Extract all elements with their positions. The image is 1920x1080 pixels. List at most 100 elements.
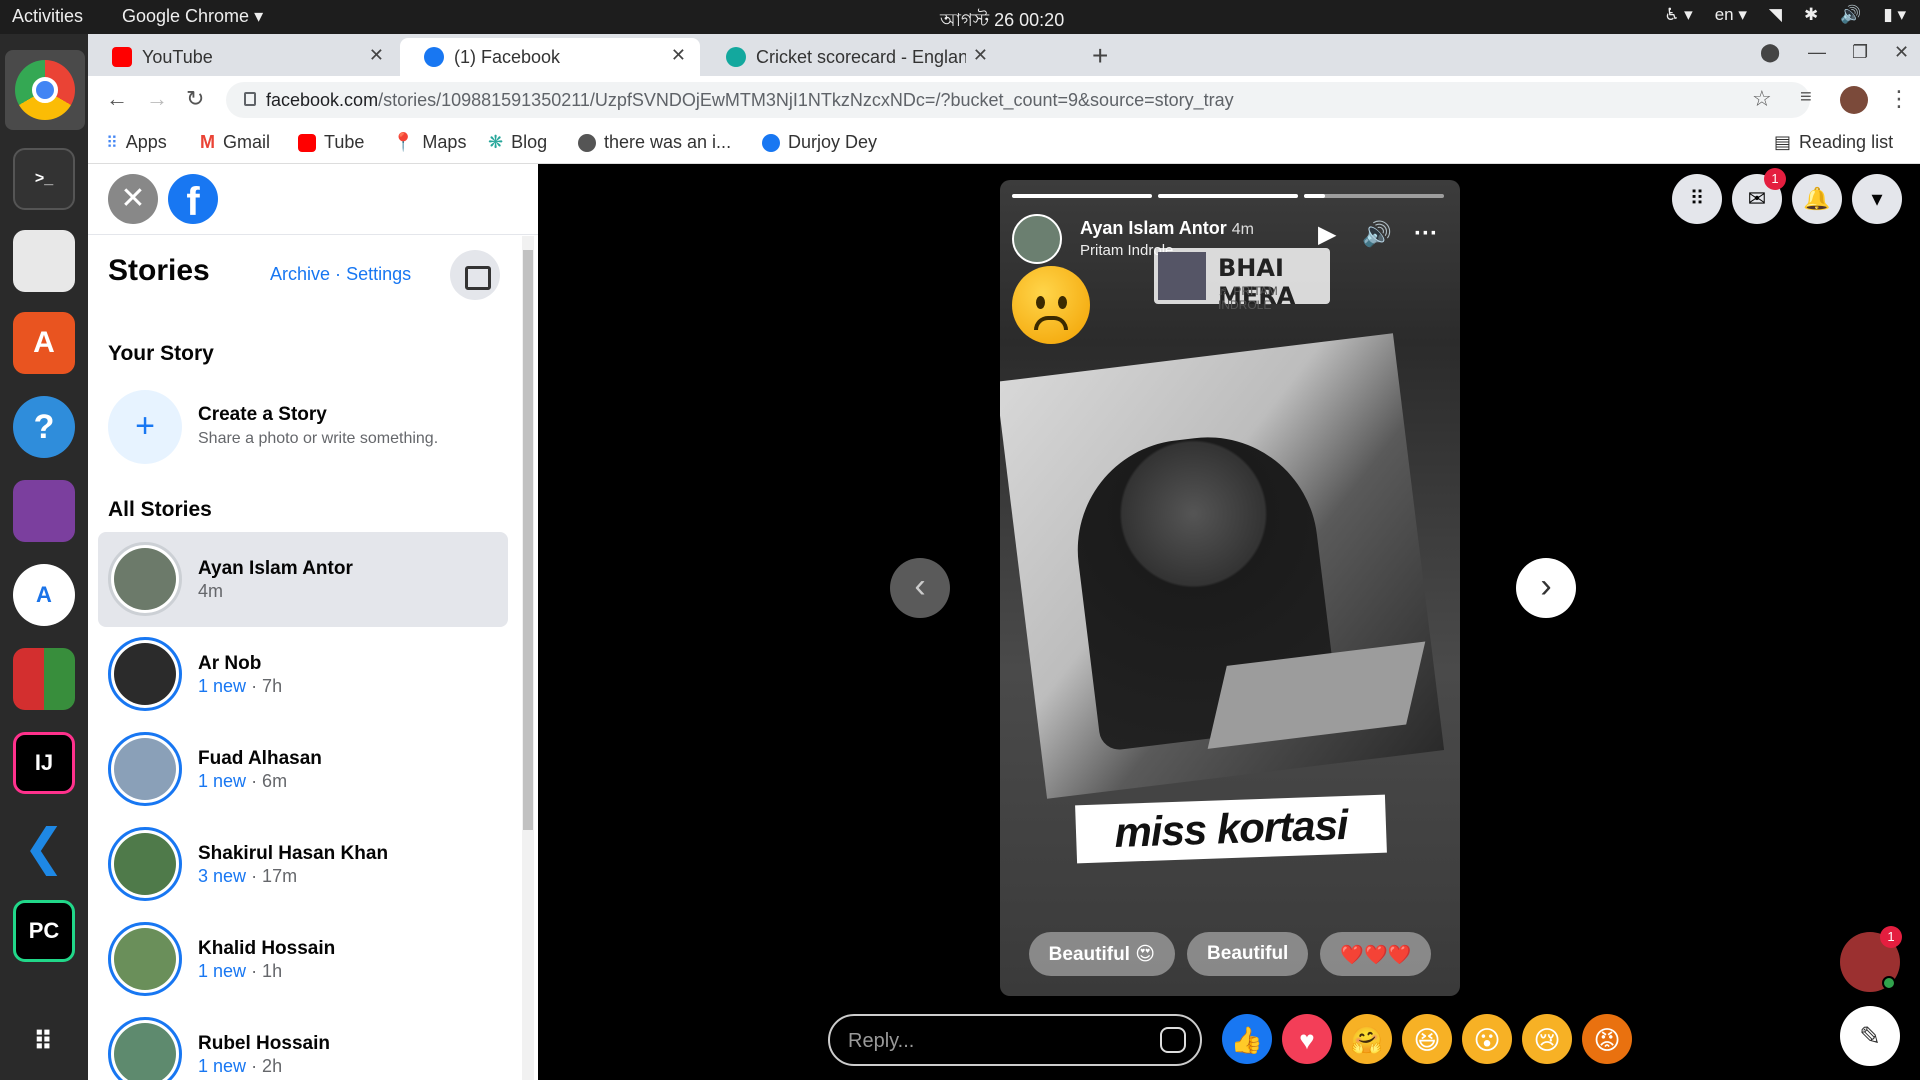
story-progress-1 <box>1012 194 1152 198</box>
wifi-icon[interactable]: ◥ <box>1769 5 1782 25</box>
more-options-icon[interactable]: ··· <box>1414 220 1438 248</box>
scrollbar-thumb[interactable] <box>523 250 533 830</box>
angry-reaction-icon[interactable]: 😡 <box>1582 1014 1632 1064</box>
close-tab-icon[interactable]: ✕ <box>973 45 988 66</box>
bookmark-there-was[interactable]: there was an i... <box>578 132 731 153</box>
minimize-button[interactable]: — <box>1808 42 1826 63</box>
story-meta: 1 new · 2h <box>198 1056 283 1076</box>
chrome-dock-icon[interactable] <box>5 50 85 130</box>
like-reaction-icon[interactable]: 👍 <box>1222 1014 1272 1064</box>
close-icon[interactable]: ✕ <box>108 174 158 224</box>
files-dock-icon[interactable] <box>13 230 75 292</box>
care-reaction-icon[interactable]: 🤗 <box>1342 1014 1392 1064</box>
avatar <box>108 637 182 711</box>
create-story-subtitle: Share a photo or write something. <box>198 430 439 447</box>
battery-icon[interactable]: ▮ ▾ <box>1883 5 1906 25</box>
create-story-title[interactable]: Create a Story <box>198 404 327 426</box>
bookmark-star-icon[interactable]: ☆ <box>1752 86 1772 112</box>
close-tab-icon[interactable]: ✕ <box>671 45 686 66</box>
close-window-button[interactable]: ✕ <box>1894 42 1909 63</box>
bookmark-maps[interactable]: 📍 Maps <box>392 132 466 153</box>
avatar[interactable] <box>1012 214 1062 264</box>
games-dock-icon[interactable] <box>13 648 75 710</box>
profile-avatar[interactable] <box>1840 86 1868 114</box>
bluetooth-icon[interactable]: ✱ <box>1804 5 1818 25</box>
url-path: /stories/109881591350211/UzpfSVNDOjEwMTM… <box>378 90 1234 110</box>
bookmark-gmail[interactable]: M Gmail <box>200 132 270 153</box>
haha-reaction-icon[interactable]: 😆 <box>1402 1014 1452 1064</box>
url-host: facebook.com <box>266 90 379 110</box>
layout-toggle-button[interactable] <box>450 250 500 300</box>
tab-search-icon[interactable]: ⬤ <box>1760 42 1780 63</box>
bookmark-apps[interactable]: ⠿ Apps <box>106 132 167 153</box>
account-dropdown-icon[interactable]: ▾ <box>1852 174 1902 224</box>
clock[interactable]: আগস্ট 26 00:20 <box>940 6 1064 37</box>
tab-cricket[interactable]: Cricket scorecard - Englan ✕ <box>702 38 1002 76</box>
menu-icon[interactable]: ⋮ <box>1888 86 1910 112</box>
intellij-dock-icon[interactable]: IJ <box>13 732 75 794</box>
story-card[interactable]: Ayan Islam Antor 4m Pritam Indrole ▶ 🔊 ·… <box>1000 180 1460 996</box>
app-menu[interactable]: Google Chrome ▾ <box>122 6 263 27</box>
reply-input[interactable]: Reply... <box>828 1014 1202 1066</box>
play-icon[interactable]: ▶ <box>1318 220 1336 249</box>
facebook-icon <box>762 133 780 152</box>
accessibility-icon[interactable]: ♿ ▾ <box>1664 5 1693 25</box>
help-dock-icon[interactable]: ? <box>13 396 75 458</box>
story-meta: 1 new · 6m <box>198 771 288 791</box>
reading-list-button[interactable]: ▤ Reading list <box>1774 132 1893 153</box>
quick-reply-2[interactable]: Beautiful <box>1187 932 1309 976</box>
vscode-dock-icon[interactable]: ❮ <box>13 816 75 878</box>
forward-button[interactable]: → <box>146 86 168 112</box>
restore-button[interactable]: ❐ <box>1852 42 1868 63</box>
facebook-logo-icon[interactable]: f <box>168 174 218 224</box>
story-item-khalid[interactable]: Khalid Hossain 1 new · 1h <box>98 912 508 1007</box>
bookmark-blog[interactable]: ❋ Blog <box>488 132 547 153</box>
reload-button[interactable]: ↻ <box>186 86 204 112</box>
pycharm-dock-icon[interactable]: PC <box>13 900 75 962</box>
bookmark-durjoy[interactable]: Durjoy Dey <box>762 132 877 153</box>
system-tray[interactable]: ♿ ▾ en ▾ ◥ ✱ 🔊 ▮ ▾ <box>1664 5 1906 25</box>
address-bar[interactable]: facebook.com/stories/109881591350211/Uzp… <box>226 82 1810 118</box>
quick-reply-3[interactable]: ❤️❤️❤️ <box>1320 932 1432 976</box>
android-studio-dock-icon[interactable]: A <box>13 564 75 626</box>
archive-link[interactable]: Archive <box>270 264 330 284</box>
sidebar-scrollbar[interactable] <box>522 236 534 1080</box>
music-sticker[interactable]: BHAI MERA ♬ PRITAM INDROLE <box>1154 248 1330 312</box>
sad-reaction-icon[interactable]: 😢 <box>1522 1014 1572 1064</box>
story-item-rubel[interactable]: Rubel Hossain 1 new · 2h <box>98 1007 508 1080</box>
story-item-fuad[interactable]: Fuad Alhasan 1 new · 6m <box>98 722 508 817</box>
back-button[interactable]: ← <box>106 86 128 112</box>
next-story-button[interactable]: › <box>1516 558 1576 618</box>
tab-youtube[interactable]: YouTube ✕ <box>88 38 398 76</box>
create-story-plus-icon[interactable]: + <box>108 390 182 464</box>
new-message-button[interactable]: ✎ <box>1840 1006 1900 1066</box>
avatar <box>108 1017 182 1080</box>
story-item-shakirul[interactable]: Shakirul Hasan Khan 3 new · 17m <box>98 817 508 912</box>
tab-facebook[interactable]: (1) Facebook ✕ <box>400 38 700 76</box>
story-author-line[interactable]: Ayan Islam Antor 4m <box>1080 218 1254 239</box>
sticker-icon[interactable] <box>1160 1027 1186 1053</box>
bookmark-tube[interactable]: Tube <box>298 132 364 153</box>
activities-button[interactable]: Activities <box>12 6 83 27</box>
show-apps-icon[interactable]: ⠿ <box>13 1010 75 1072</box>
messenger-badge: 1 <box>1764 168 1786 190</box>
close-tab-icon[interactable]: ✕ <box>369 45 384 66</box>
quick-reply-1[interactable]: Beautiful 😍 <box>1028 932 1176 976</box>
notifications-bell-icon[interactable]: 🔔 <box>1792 174 1842 224</box>
love-reaction-icon[interactable]: ♥ <box>1282 1014 1332 1064</box>
previous-story-button[interactable]: ‹ <box>890 558 950 618</box>
wow-reaction-icon[interactable]: 😮 <box>1462 1014 1512 1064</box>
volume-icon[interactable]: 🔊 <box>1362 220 1392 249</box>
volume-icon[interactable]: 🔊 <box>1840 5 1861 25</box>
story-item-ayan[interactable]: Ayan Islam Antor 4m <box>98 532 508 627</box>
camera-dock-icon[interactable] <box>13 480 75 542</box>
settings-link[interactable]: Settings <box>346 264 411 284</box>
story-item-arnob[interactable]: Ar Nob 1 new · 7h <box>98 627 508 722</box>
media-control-icon[interactable]: ≡ <box>1800 86 1812 109</box>
software-dock-icon[interactable]: A <box>13 312 75 374</box>
lock-icon[interactable] <box>244 92 256 106</box>
new-tab-button[interactable]: + <box>1092 40 1108 72</box>
terminal-dock-icon[interactable]: >_ <box>13 148 75 210</box>
language-indicator[interactable]: en ▾ <box>1715 5 1747 25</box>
menu-grid-icon[interactable]: ⠿ <box>1672 174 1722 224</box>
